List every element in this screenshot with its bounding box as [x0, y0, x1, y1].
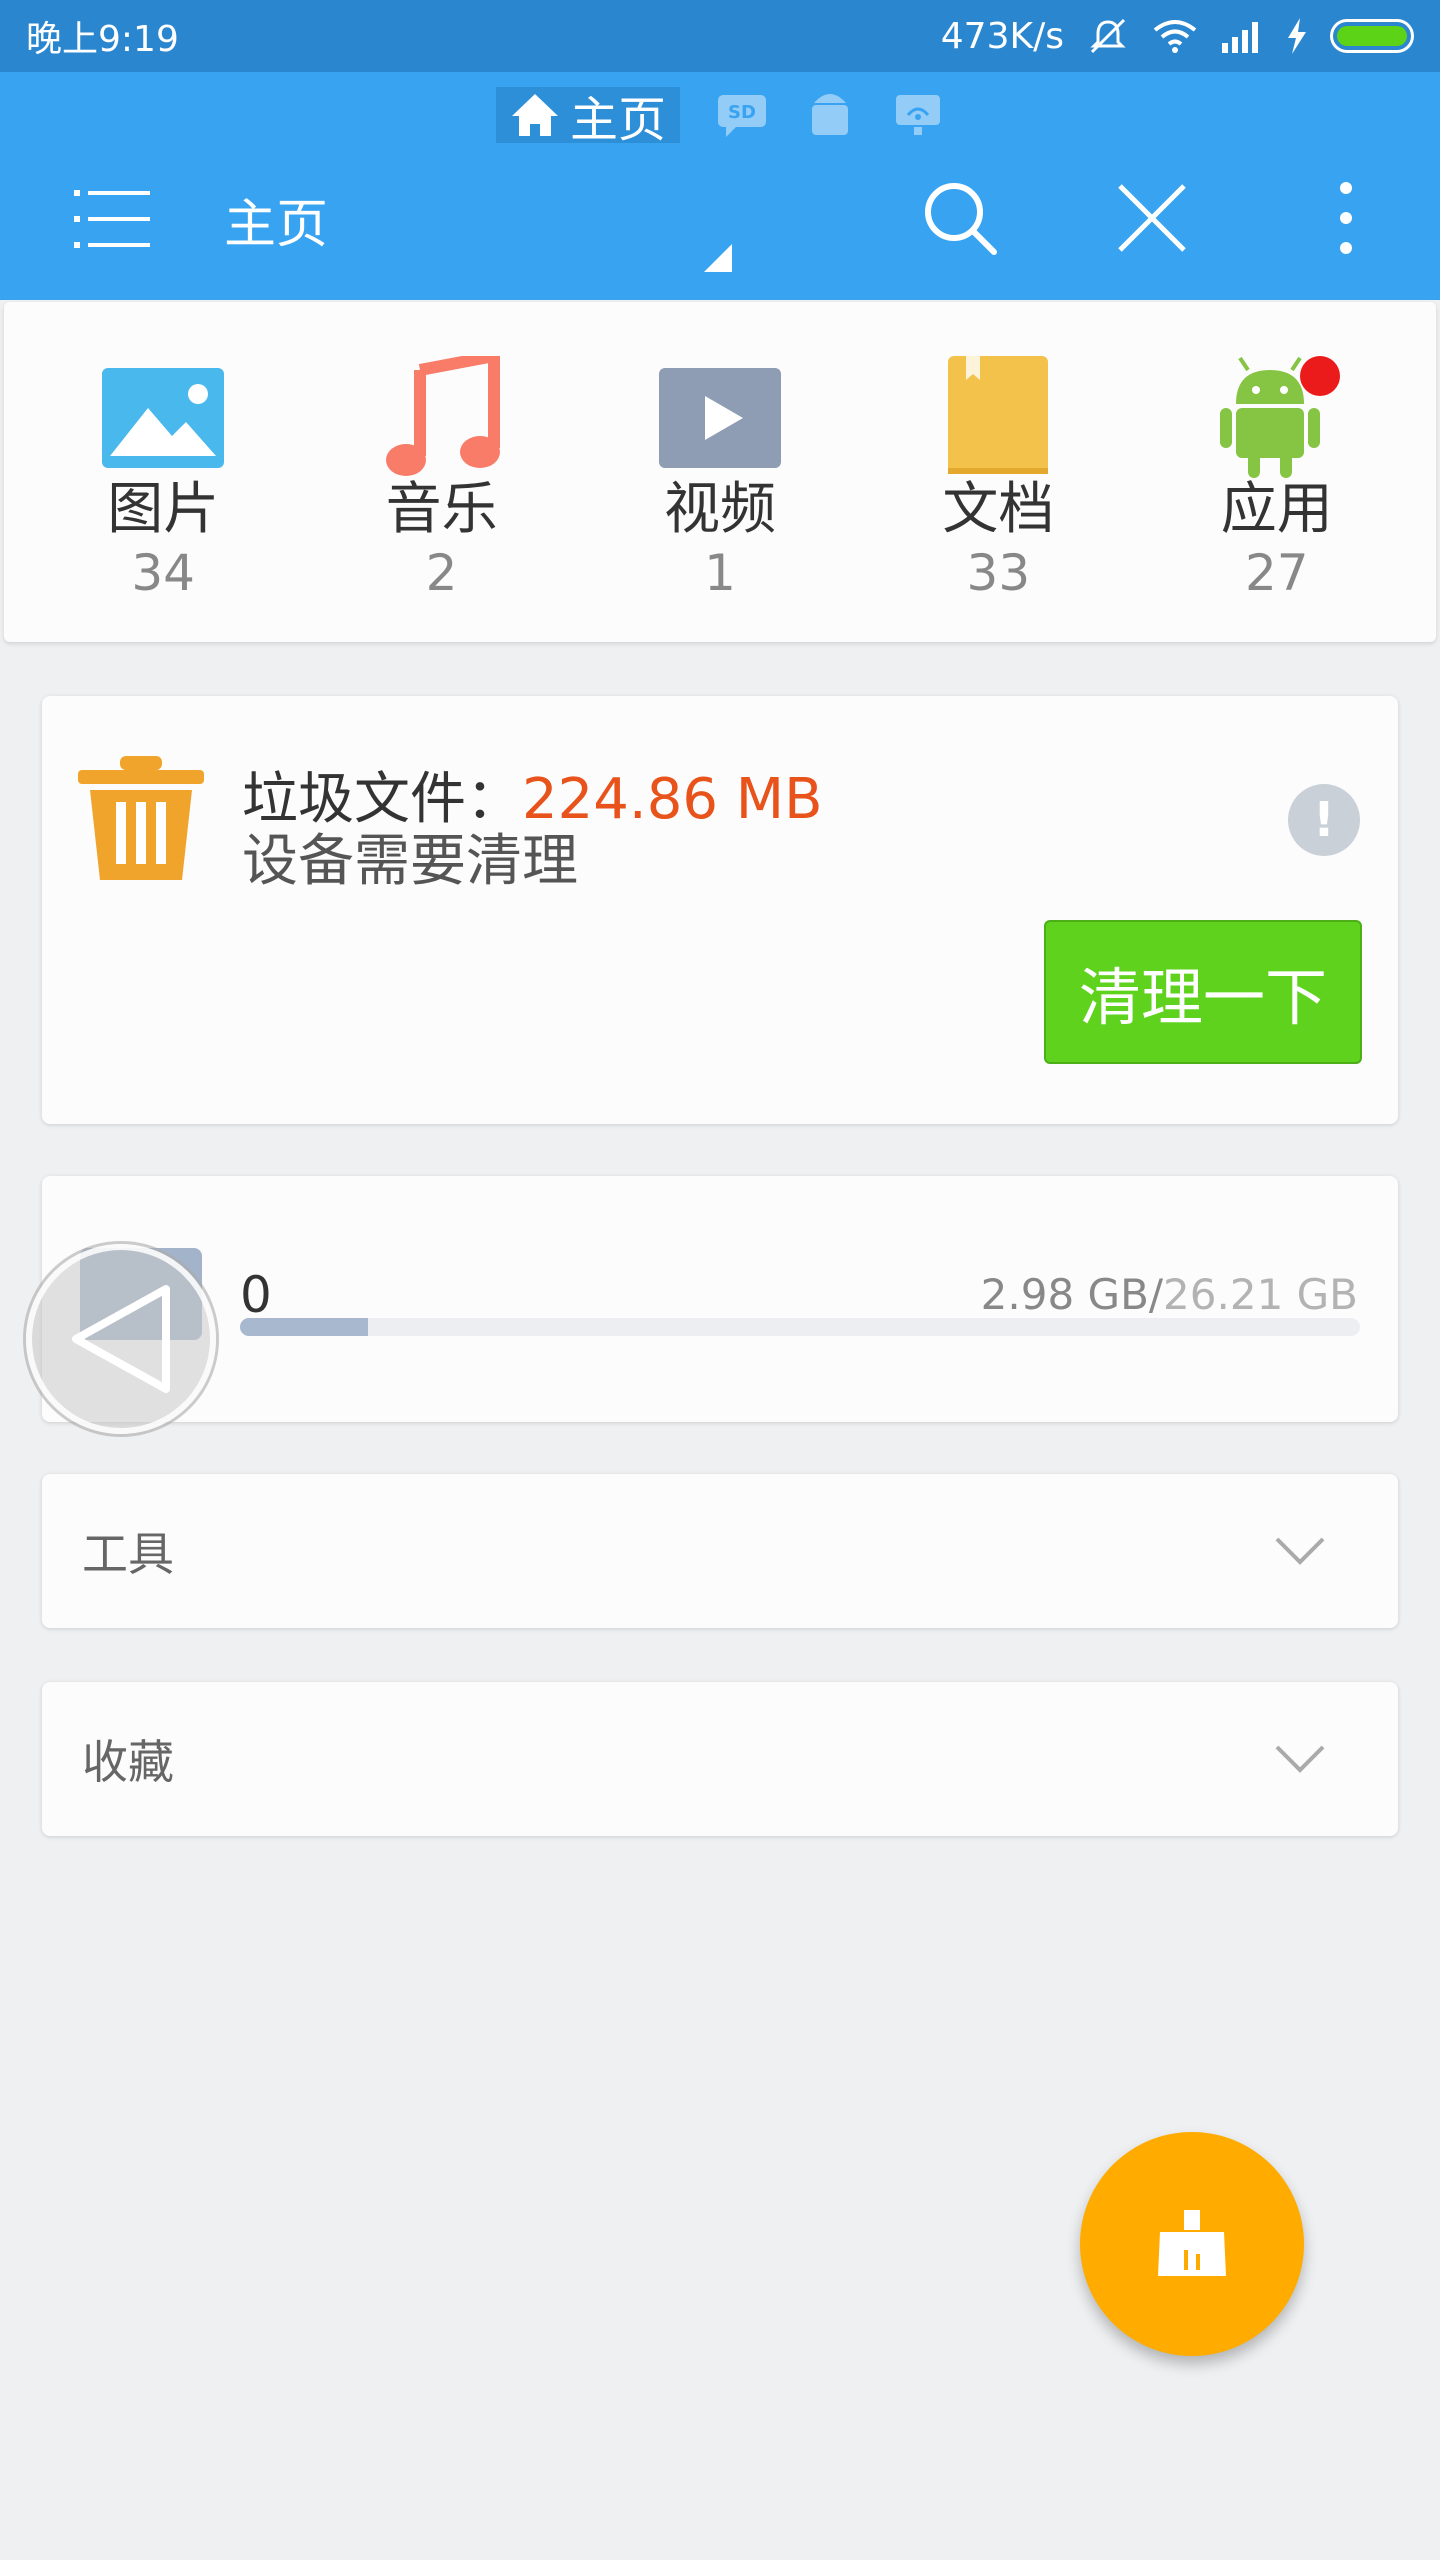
tools-title: 工具 — [82, 1527, 174, 1581]
category-label: 文档 — [942, 477, 1055, 542]
video-icon — [658, 368, 781, 468]
favorites-title: 收藏 — [82, 1735, 174, 1789]
broom-icon — [1158, 2210, 1226, 2276]
svg-text:SD: SD — [728, 102, 756, 123]
home-icon — [512, 94, 558, 136]
app-manager-tab-icon[interactable] — [804, 91, 856, 139]
chevron-down-icon — [1275, 1537, 1325, 1565]
more-vert-icon — [1340, 182, 1352, 254]
storage-name: 0 — [240, 1266, 272, 1324]
trash-icon — [78, 756, 204, 880]
storage-used: 2.98 GB/ — [980, 1270, 1164, 1319]
favorites-section[interactable]: 收藏 — [42, 1682, 1398, 1836]
document-icon — [948, 356, 1049, 474]
dropdown-triangle-icon[interactable] — [702, 242, 734, 274]
category-images[interactable]: 图片 34 — [53, 302, 273, 642]
category-label: 应用 — [1220, 477, 1333, 542]
category-count: 34 — [131, 544, 195, 602]
storage-progress-bar — [240, 1318, 1360, 1336]
junk-files-card: 垃圾文件：224.86 MB 设备需要清理 ! 清理一下 — [42, 696, 1398, 1124]
category-videos[interactable]: 视频 1 — [610, 302, 830, 642]
page-title[interactable]: 主页 — [224, 182, 328, 257]
junk-message: 设备需要清理 — [242, 829, 578, 894]
window-tabs: 主页 SD — [496, 84, 944, 148]
signal-icon — [1222, 22, 1258, 53]
storage-total: 26.21 GB — [1163, 1270, 1358, 1319]
menu-icon[interactable] — [74, 184, 150, 254]
search-icon — [925, 183, 997, 255]
sd-card-tab-icon[interactable]: SD — [716, 91, 768, 139]
search-button[interactable] — [914, 172, 1006, 264]
clean-button[interactable]: 清理一下 — [1044, 920, 1362, 1064]
category-shortcuts: 图片 34 音乐 2 视频 1 文档 33 应用 27 — [4, 302, 1436, 642]
category-label: 视频 — [663, 477, 776, 542]
floating-back-button[interactable] — [26, 1244, 216, 1434]
category-label: 图片 — [107, 477, 220, 542]
category-label: 音乐 — [385, 477, 498, 542]
status-time: 晚上9:19 — [26, 19, 179, 60]
close-icon — [1118, 184, 1186, 252]
category-apps[interactable]: 应用 27 — [1167, 302, 1387, 642]
app-bar: 主页 SD 主页 — [0, 72, 1440, 300]
wifi-icon — [1153, 20, 1197, 53]
music-note-icon — [385, 356, 500, 476]
storage-progress-fill — [240, 1318, 368, 1336]
charging-icon — [1288, 18, 1306, 54]
network-speed: 473K/s — [940, 15, 1064, 57]
status-bar: 晚上9:19 473K/s — [0, 0, 1440, 72]
mute-vibrate-icon — [1090, 18, 1126, 54]
chevron-down-icon — [1275, 1745, 1325, 1773]
category-count: 33 — [966, 544, 1031, 602]
category-documents[interactable]: 文档 33 — [888, 302, 1108, 642]
storage-usage: 2.98 GB/26.21 GB — [981, 1270, 1358, 1319]
remote-tab-icon[interactable] — [892, 91, 944, 139]
image-icon — [102, 368, 225, 468]
tools-section[interactable]: 工具 — [42, 1474, 1398, 1628]
category-count: 1 — [704, 544, 736, 602]
clean-fab-button[interactable] — [1080, 2132, 1304, 2356]
category-count: 27 — [1244, 544, 1309, 602]
category-music[interactable]: 音乐 2 — [332, 302, 552, 642]
tab-home[interactable]: 主页 — [496, 87, 681, 148]
category-count: 2 — [425, 544, 458, 602]
android-icon — [1219, 356, 1340, 478]
info-icon[interactable]: ! — [1288, 784, 1360, 856]
more-options-button[interactable] — [1300, 172, 1392, 264]
back-arrow-icon — [72, 1285, 170, 1393]
tab-home-label: 主页 — [570, 92, 667, 148]
battery-icon — [1330, 19, 1414, 53]
storage-card[interactable]: 0 2.98 GB/26.21 GB — [42, 1176, 1398, 1422]
close-button[interactable] — [1106, 172, 1198, 264]
